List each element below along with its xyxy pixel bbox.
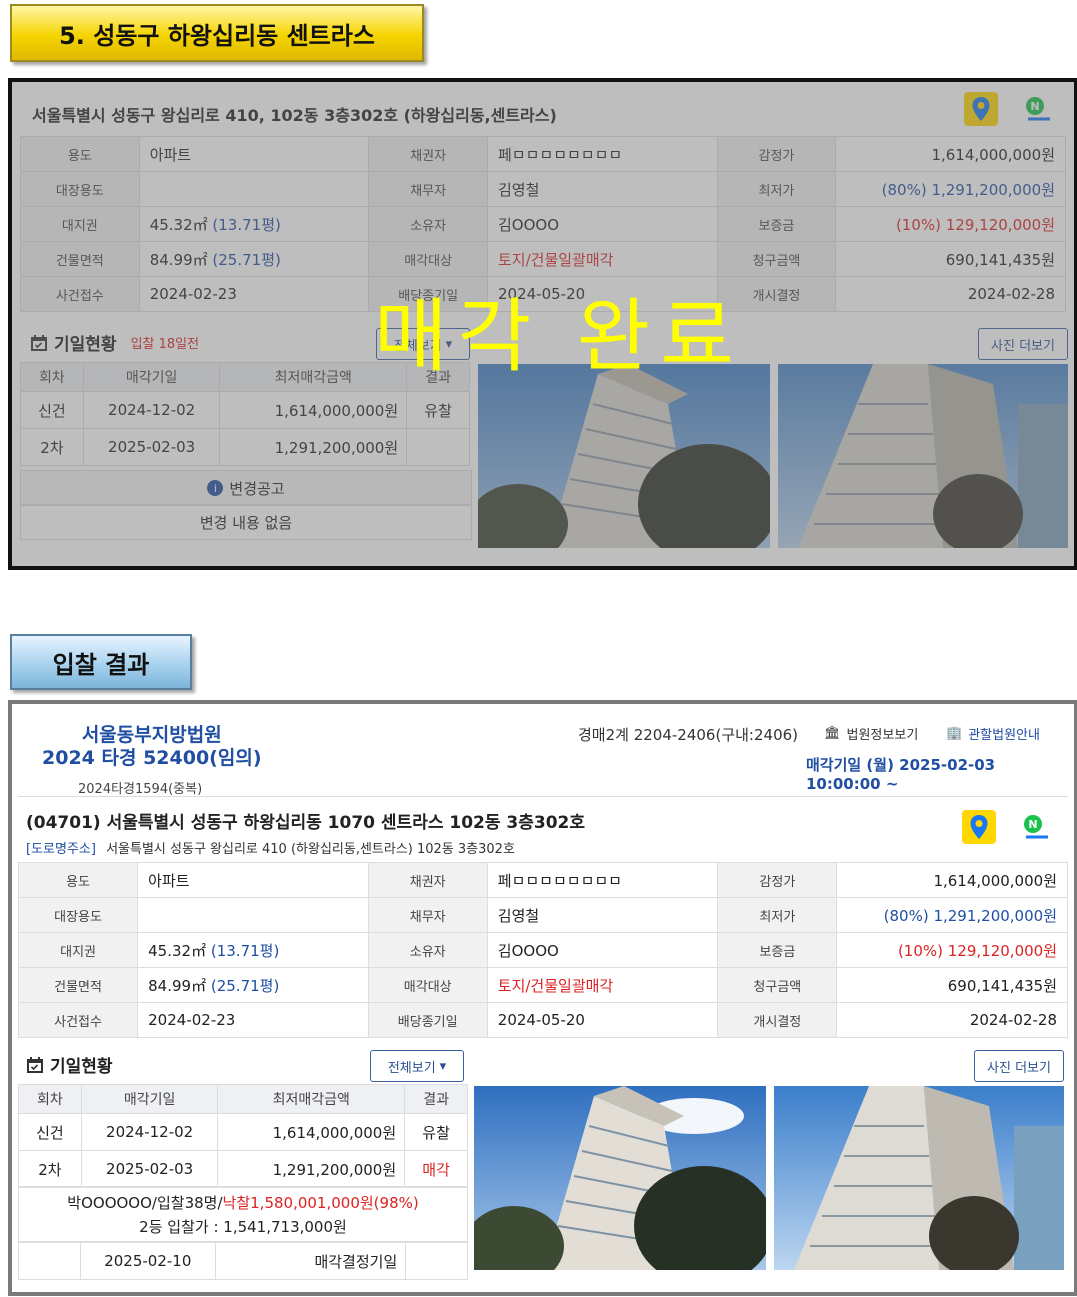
court-building-icon: 🏛	[824, 726, 841, 741]
history-header: 결과	[404, 1084, 468, 1114]
history-row: 2차 2025-02-03 1,291,200,000원 매각	[18, 1150, 468, 1188]
sitemap-icon: 🏢	[946, 726, 963, 741]
price-cell: 1,614,000,000원	[217, 1113, 406, 1151]
divider	[18, 796, 1068, 797]
info-value: (80%) 1,291,200,000원	[836, 897, 1068, 933]
area-value: 45.32㎡	[148, 941, 211, 960]
info-row: 대장용도 채무자 김영철 최저가 (80%) 1,291,200,000원	[17, 897, 1068, 933]
court-dept: 경매2계 2204-2406(구내:2406)	[578, 726, 799, 744]
court-title: 서울동부지방법원 2024 타경 52400(임의)	[42, 724, 262, 770]
info-label: 보증금	[717, 932, 838, 968]
section-badge-result: 입찰 결과	[10, 634, 192, 690]
court-guide-link[interactable]: 🏢 관할법원안내	[946, 724, 1040, 743]
winning-price: 낙찰1,580,001,000원(98%)	[222, 1194, 419, 1212]
property-address: (04701) 서울특별시 성동구 하왕십리동 1070 센트라스 102동 3…	[26, 813, 586, 833]
section-badge-5: 5. 성동구 하왕십리동 센트라스	[10, 4, 424, 62]
info-label: 채무자	[367, 897, 488, 933]
kakao-map-icon[interactable]	[962, 810, 996, 844]
info-label: 사건접수	[17, 1002, 139, 1038]
info-label: 대지권	[17, 932, 139, 968]
price-cell: 1,291,200,000원	[217, 1150, 406, 1188]
winning-bid-info: 박OOOOOO/입찰38명/낙찰1,580,001,000원(98%) 2등 입…	[18, 1186, 468, 1242]
info-label: 매각대상	[367, 967, 488, 1003]
history-row: 신건 2024-12-02 1,614,000,000원 유찰	[18, 1113, 468, 1151]
area-pyeong: (25.71평)	[210, 976, 280, 995]
info-label: 감정가	[717, 862, 838, 898]
caret-down-icon: ▾	[439, 1058, 447, 1074]
decision-row: 2025-02-10 매각결정기일	[18, 1242, 468, 1280]
winner-summary: 박OOOOOO/입찰38명/	[67, 1194, 223, 1212]
second-bid: 2등 입찰가 : 1,541,713,000원	[139, 1218, 347, 1236]
info-value: 1,614,000,000원	[836, 862, 1068, 898]
info-value: 김영철	[486, 897, 719, 933]
info-value: 아파트	[137, 862, 369, 898]
info-label: 소유자	[367, 932, 488, 968]
decision-date: 2025-02-10	[79, 1242, 216, 1280]
info-value: 690,141,435원	[836, 967, 1068, 1003]
info-label: 청구금액	[717, 967, 838, 1003]
court-name: 서울동부지방법원	[81, 724, 222, 746]
info-value: 토지/건물일괄매각	[486, 967, 719, 1003]
info-row: 사건접수 2024-02-23 배당종기일 2024-05-20 개시결정 2024-02…	[17, 1002, 1068, 1038]
info-label: 배당종기일	[367, 1002, 488, 1038]
round-cell: 2차	[18, 1150, 82, 1188]
info-value: 2024-02-28	[836, 1002, 1068, 1038]
svg-text:N: N	[1028, 818, 1037, 831]
auction-panel-result: 서울동부지방법원 2024 타경 52400(임의) 2024타경1594(중복…	[8, 700, 1077, 1296]
info-label: 대장용도	[17, 897, 139, 933]
amount: 1,291,200,000원	[933, 906, 1057, 925]
date-cell: 2025-02-03	[80, 1150, 219, 1188]
info-label: 최저가	[717, 897, 838, 933]
info-value: 2024-02-23	[137, 1002, 369, 1038]
building-photo-1[interactable]	[474, 1086, 766, 1270]
info-value	[137, 897, 369, 933]
info-value: 페ㅁㅁㅁㅁㅁㅁㅁㅁ	[486, 862, 719, 898]
sold-stamp: 매각 완료	[374, 290, 744, 383]
info-label: 채권자	[367, 862, 488, 898]
decision-label: 매각결정기일	[214, 1242, 407, 1280]
road-address: [도로명주소] 서울특별시 성동구 왕십리로 410 (하왕십리동,센트라스) …	[26, 838, 515, 857]
info-row: 용도 아파트 채권자 페ㅁㅁㅁㅁㅁㅁㅁㅁ 감정가 1,614,000,000원	[17, 862, 1068, 898]
area-pyeong: (13.71평)	[210, 941, 280, 960]
court-info-link[interactable]: 🏛 법원정보보기	[824, 724, 918, 743]
info-label: 개시결정	[717, 1002, 838, 1038]
round-cell: 신건	[18, 1113, 82, 1151]
info-label: 건물면적	[17, 967, 139, 1003]
percent: (80%)	[883, 906, 934, 925]
sale-date: 매각기일 (월) 2025-02-03 10:00:00 ~	[806, 756, 996, 793]
schedule-heading: 기일현황	[26, 1052, 113, 1077]
road-address-tag: [도로명주소]	[26, 842, 96, 857]
view-all-button[interactable]: 전체보기 ▾	[370, 1050, 464, 1082]
duplicate-case: 2024타경1594(중복)	[78, 782, 203, 797]
naver-map-icon[interactable]: N	[1020, 810, 1054, 844]
calendar-icon	[27, 1056, 43, 1073]
info-label: 용도	[17, 862, 139, 898]
more-photos-button[interactable]: 사진 더보기	[974, 1050, 1064, 1082]
info-value: 김OOOO	[486, 932, 719, 968]
info-value: 2024-05-20	[486, 1002, 719, 1038]
building-photo-2[interactable]	[774, 1086, 1064, 1270]
history-header: 회차	[18, 1084, 82, 1114]
info-value: 45.32㎡ (13.71평)	[137, 932, 369, 968]
property-info-table: 용도 아파트 채권자 페ㅁㅁㅁㅁㅁㅁㅁㅁ 감정가 1,614,000,000원 대장용도 채무…	[17, 862, 1068, 1038]
info-value: 84.99㎡ (25.71평)	[137, 967, 369, 1003]
result-cell: 매각	[404, 1150, 468, 1188]
road-address-text: 서울특별시 성동구 왕십리로 410 (하왕십리동,센트라스) 102동 3층3…	[106, 842, 515, 857]
result-cell: 유찰	[404, 1113, 468, 1151]
date-cell: 2024-12-02	[80, 1113, 219, 1151]
auction-panel-sold: 서울특별시 성동구 왕십리로 410, 102동 3층302호 (하왕십리동,센…	[8, 78, 1077, 570]
decision-row-table: 2025-02-10 매각결정기일	[18, 1242, 468, 1280]
info-row: 대지권 45.32㎡ (13.71평) 소유자 김OOOO 보증금 (10%) 129,1…	[17, 932, 1068, 968]
percent: (10%)	[897, 941, 948, 960]
amount: 129,120,000원	[947, 941, 1057, 960]
info-value: (10%) 129,120,000원	[836, 932, 1068, 968]
history-header: 최저매각금액	[217, 1084, 406, 1114]
auction-history-table: 회차 매각기일 최저매각금액 결과 신건 2024-12-02 1,614,000,000…	[18, 1084, 468, 1188]
info-row: 건물면적 84.99㎡ (25.71평) 매각대상 토지/건물일괄매각 청구금액 690,…	[17, 967, 1068, 1003]
area-value: 84.99㎡	[148, 976, 211, 995]
case-number: 2024 타경 52400(임의)	[42, 747, 262, 769]
history-header: 매각기일	[80, 1084, 219, 1114]
